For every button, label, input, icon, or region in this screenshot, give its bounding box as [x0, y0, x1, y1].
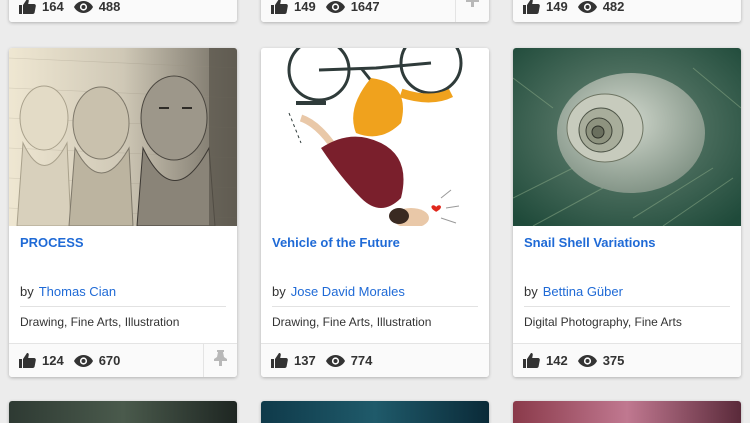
project-thumbnail[interactable] — [9, 48, 237, 226]
byline: by Jose David Morales — [272, 284, 405, 299]
creative-fields: Digital Photography, Fine Arts — [524, 315, 682, 329]
card-stats: 149 1647 — [271, 0, 380, 14]
author-link[interactable]: Jose David Morales — [291, 284, 405, 299]
views-count: 375 — [602, 353, 625, 368]
card-footer: 124 670 — [9, 343, 237, 377]
project-card-snail[interactable]: Snail Shell Variations by Bettina Güber D… — [513, 48, 741, 377]
likes-count: 149 — [294, 0, 316, 14]
feature-button[interactable] — [455, 0, 489, 22]
views-count: 488 — [98, 0, 121, 14]
views-count: 774 — [350, 353, 373, 368]
views-count: 670 — [98, 353, 121, 368]
project-title-link[interactable]: PROCESS — [20, 235, 84, 250]
project-title-link[interactable]: Snail Shell Variations — [524, 235, 656, 250]
eye-icon — [73, 0, 93, 13]
project-thumbnail[interactable] — [261, 401, 489, 423]
eye-icon — [577, 0, 597, 13]
likes-count: 137 — [294, 353, 316, 368]
card-stats: 149 482 — [523, 0, 624, 14]
project-card-top-2[interactable]: 149 1647 — [261, 0, 489, 22]
thumbs-up-icon — [19, 353, 36, 368]
creative-fields: Drawing, Fine Arts, Illustration — [20, 315, 180, 329]
divider — [272, 306, 478, 307]
author-link[interactable]: Bettina Güber — [543, 284, 623, 299]
eye-icon — [325, 0, 345, 13]
project-card-top-3[interactable]: 149 482 — [513, 0, 741, 22]
project-card-top-1[interactable]: 164 488 — [9, 0, 237, 22]
views-count: 1647 — [350, 0, 380, 14]
card-stats: 142 375 — [523, 353, 624, 368]
project-thumbnail[interactable] — [513, 48, 741, 226]
project-card-bottom-1[interactable] — [9, 401, 237, 423]
thumbs-up-icon — [523, 353, 540, 368]
feature-button[interactable] — [203, 343, 237, 377]
creative-fields: Drawing, Fine Arts, Illustration — [272, 315, 432, 329]
eye-icon — [73, 354, 93, 367]
likes-count: 149 — [546, 0, 568, 14]
divider — [20, 306, 226, 307]
thumbs-up-icon — [523, 0, 540, 14]
feature-pin-icon — [214, 349, 227, 371]
likes-count: 164 — [42, 0, 64, 14]
project-thumbnail[interactable] — [9, 401, 237, 423]
by-label: by — [272, 284, 286, 299]
thumbs-up-icon — [271, 353, 288, 368]
card-footer: 142 375 — [513, 343, 741, 377]
project-card-process[interactable]: PROCESS by Thomas Cian Drawing, Fine Arts… — [9, 48, 237, 377]
likes-count: 142 — [546, 353, 568, 368]
divider — [524, 306, 730, 307]
card-footer: 149 1647 — [261, 0, 489, 22]
card-footer: 137 774 — [261, 343, 489, 377]
project-thumbnail[interactable] — [513, 401, 741, 423]
card-stats: 137 774 — [271, 353, 372, 368]
byline: by Thomas Cian — [20, 284, 116, 299]
by-label: by — [20, 284, 34, 299]
project-card-bottom-3[interactable] — [513, 401, 741, 423]
by-label: by — [524, 284, 538, 299]
eye-icon — [325, 354, 345, 367]
card-footer: 164 488 — [9, 0, 237, 22]
card-stats: 124 670 — [19, 353, 120, 368]
author-link[interactable]: Thomas Cian — [39, 284, 116, 299]
project-card-bottom-2[interactable] — [261, 401, 489, 423]
byline: by Bettina Güber — [524, 284, 623, 299]
thumbs-up-icon — [271, 0, 288, 14]
feature-pin-icon — [466, 0, 479, 12]
project-title-link[interactable]: Vehicle of the Future — [272, 235, 400, 250]
card-footer: 149 482 — [513, 0, 741, 22]
likes-count: 124 — [42, 353, 64, 368]
project-card-vehicle[interactable]: Vehicle of the Future by Jose David Moral… — [261, 48, 489, 377]
views-count: 482 — [602, 0, 625, 14]
project-thumbnail[interactable] — [261, 48, 489, 226]
eye-icon — [577, 354, 597, 367]
card-stats: 164 488 — [19, 0, 120, 14]
thumbs-up-icon — [19, 0, 36, 14]
